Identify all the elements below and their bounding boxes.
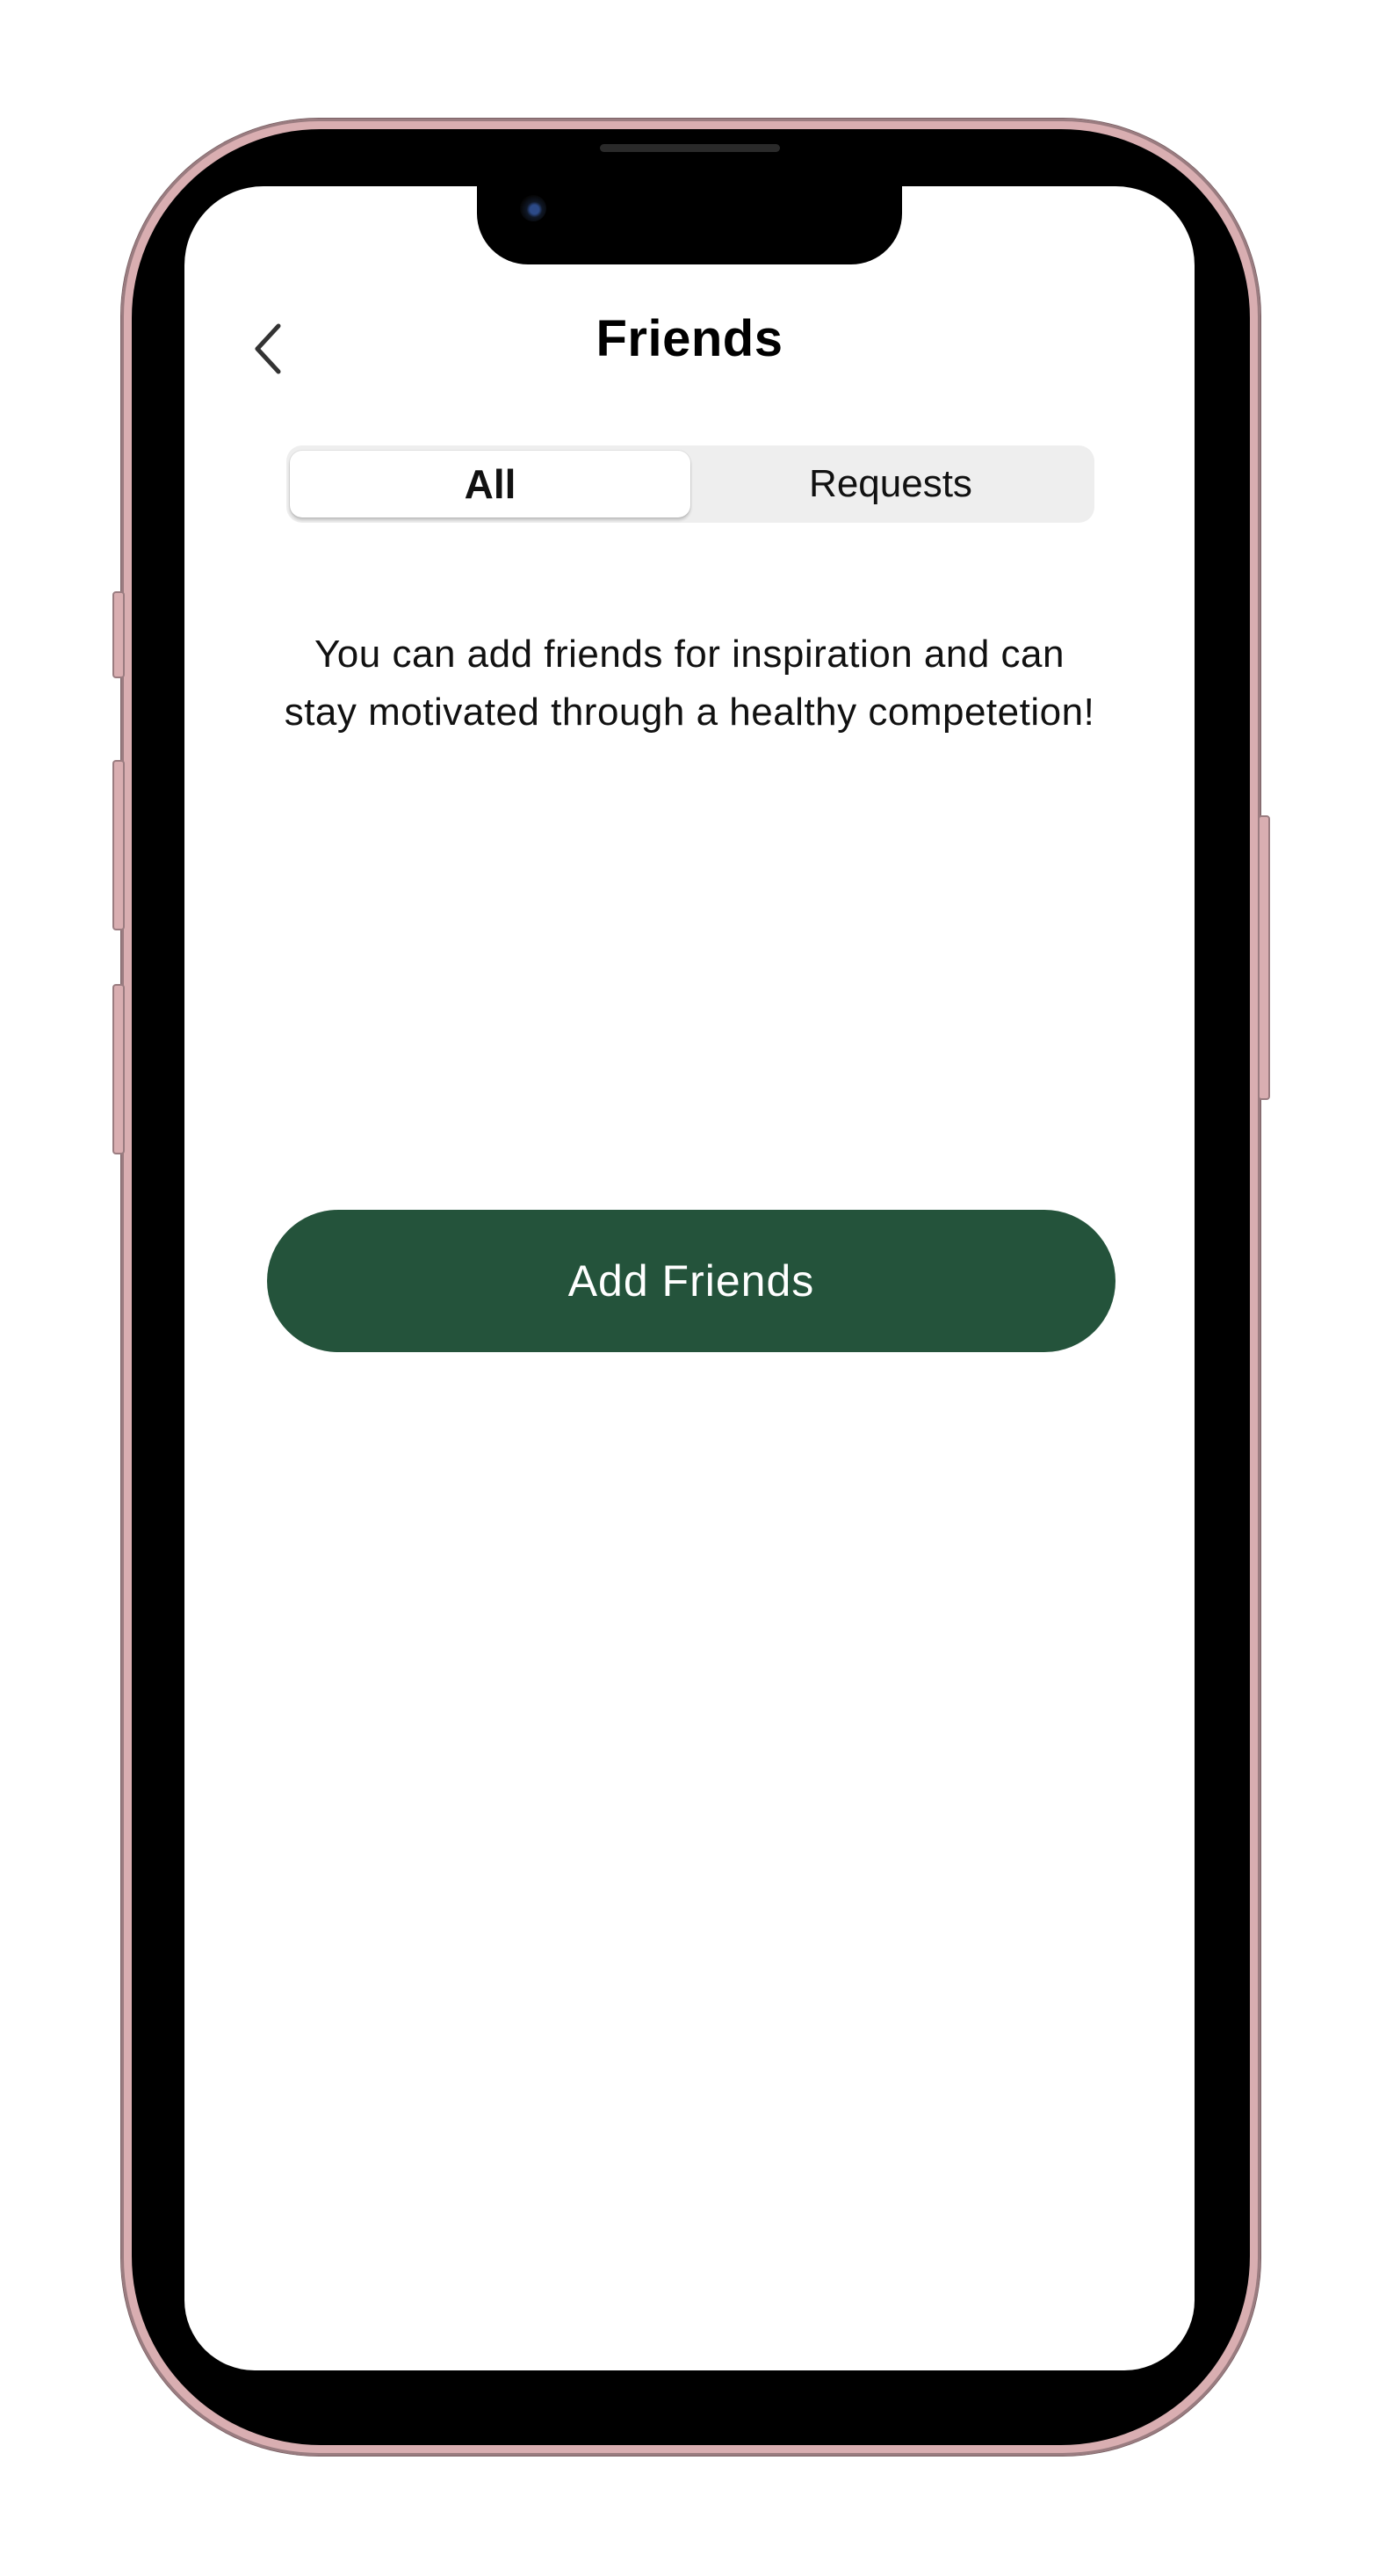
volume-down-button xyxy=(112,984,125,1154)
earpiece-speaker xyxy=(600,144,780,152)
tab-all[interactable]: All xyxy=(290,451,690,517)
power-button xyxy=(1258,815,1270,1100)
mute-switch xyxy=(112,591,125,678)
volume-up-button xyxy=(112,760,125,930)
friends-tab-control: All Requests xyxy=(286,445,1094,523)
empty-state-message: You can add friends for inspiration and … xyxy=(284,633,1095,734)
add-friends-button[interactable]: Add Friends xyxy=(267,1210,1115,1352)
app-screen: Friends All Requests You can add friends… xyxy=(184,186,1195,2370)
page-title: Friends xyxy=(596,310,783,367)
tab-requests[interactable]: Requests xyxy=(690,451,1091,517)
front-camera-icon xyxy=(520,195,546,221)
